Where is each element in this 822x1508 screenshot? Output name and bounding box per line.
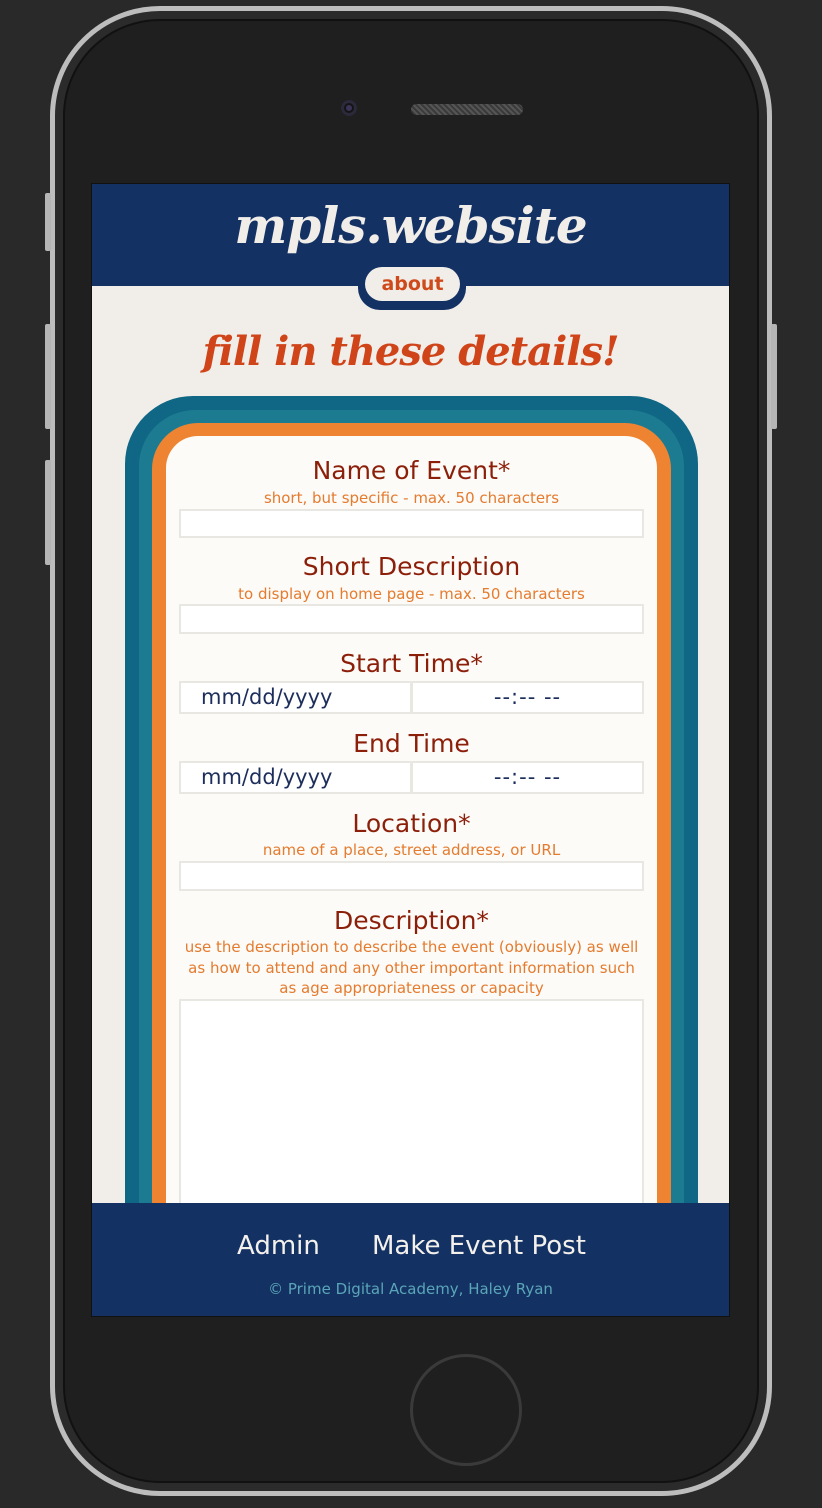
end-time-input[interactable]: --:-- --: [411, 761, 644, 794]
start-time-label: Start Time*: [340, 649, 483, 678]
make-event-post-link[interactable]: Make Event Post: [372, 1231, 586, 1261]
description-hint: use the description to describe the even…: [184, 938, 639, 997]
end-date-input[interactable]: mm/dd/yyyy: [179, 761, 412, 794]
event-name-label: Name of Event*: [312, 456, 511, 485]
site-logo[interactable]: mpls.website: [92, 196, 729, 255]
event-name-hint: short, but specific - max. 50 characters: [263, 489, 560, 507]
location-input[interactable]: [179, 861, 644, 891]
start-date-input[interactable]: mm/dd/yyyy: [179, 681, 412, 714]
short-description-hint: to display on home page - max. 50 charac…: [238, 585, 585, 603]
app-screen: mpls.website about fill in these details…: [91, 183, 730, 1317]
volume-down-button: [45, 460, 51, 565]
location-hint: name of a place, street address, or URL: [262, 841, 561, 859]
volume-up-button: [45, 324, 51, 429]
power-button: [771, 324, 777, 429]
page-title: fill in these details!: [202, 328, 619, 375]
admin-link[interactable]: Admin: [237, 1231, 320, 1261]
mute-switch: [45, 193, 51, 251]
front-camera-icon: [341, 100, 357, 116]
short-description-label: Short Description: [302, 552, 521, 581]
site-footer: Admin Make Event Post © Prime Digital Ac…: [92, 1203, 729, 1316]
about-button[interactable]: about: [365, 267, 460, 301]
home-button[interactable]: [410, 1354, 522, 1466]
end-time-label: End Time: [353, 729, 470, 758]
start-time-input[interactable]: --:-- --: [411, 681, 644, 714]
description-textarea[interactable]: [179, 999, 644, 1229]
event-name-input[interactable]: [179, 509, 644, 538]
short-description-input[interactable]: [179, 604, 644, 634]
speaker-grille: [411, 104, 523, 115]
copyright-text: © Prime Digital Academy, Haley Ryan: [268, 1280, 553, 1298]
description-label: Description*: [334, 906, 489, 935]
location-label: Location*: [352, 809, 471, 838]
